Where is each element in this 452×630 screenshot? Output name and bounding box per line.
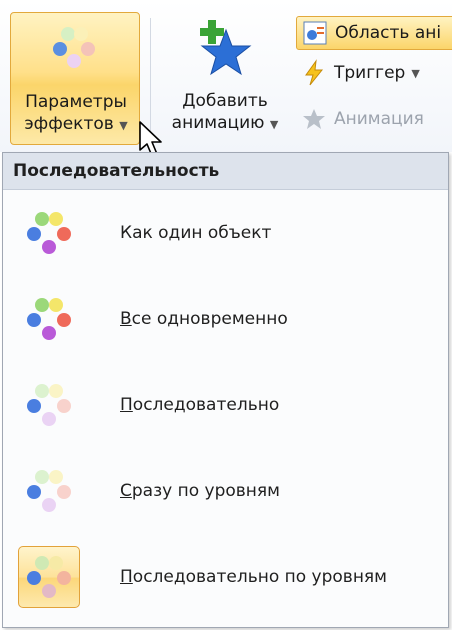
trigger-button[interactable]: Триггер ▼ <box>300 58 420 88</box>
menu-item-label: оследовательно по уровням <box>132 567 387 587</box>
menu-item-label: разу по уровням <box>131 481 280 501</box>
add-animation-star-icon <box>200 20 252 76</box>
sequence-dropdown-menu: Последовательность Как один объект Все о… <box>2 152 449 628</box>
by-level-at-once-icon <box>27 470 71 512</box>
animation-painter-label: Анимация <box>334 109 424 129</box>
menu-item-all-at-once[interactable]: Все одновременно <box>3 276 448 362</box>
ribbon: Параметры эффектов ▼ Добавить анимацию ▼… <box>0 0 452 157</box>
all-at-once-icon <box>27 298 71 340</box>
menu-item-label: оследовательно <box>132 395 280 415</box>
add-animation-label-line1: Добавить <box>182 91 268 111</box>
add-animation-button[interactable]: Добавить анимацию ▼ <box>160 12 290 145</box>
menu-item-label: Как один объект <box>120 223 272 243</box>
menu-item-accelerator: П <box>120 395 133 415</box>
dropdown-caret-icon: ▼ <box>119 119 128 132</box>
lightning-icon <box>305 59 324 86</box>
effect-options-label-line2: эффектов <box>24 114 114 134</box>
add-animation-label-line2: анимацию <box>171 113 265 133</box>
menu-item-by-paragraph[interactable]: Последовательно <box>3 362 448 448</box>
menu-item-by-level-sequential[interactable]: Последовательно по уровням <box>3 534 448 620</box>
animation-pane-button[interactable]: Область ані <box>296 16 452 50</box>
menu-item-label: се одновременно <box>131 309 288 329</box>
dropdown-caret-icon: ▼ <box>269 118 279 131</box>
menu-item-accelerator: С <box>120 481 132 501</box>
menu-item-accelerator: П <box>120 567 133 587</box>
effect-options-label-line1: Параметры <box>25 92 127 112</box>
as-one-object-icon <box>27 212 71 254</box>
trigger-label: Триггер <box>334 63 406 83</box>
by-level-sequential-icon <box>27 556 71 598</box>
by-paragraph-icon <box>27 384 71 426</box>
animation-pane-label: Область ані <box>335 23 442 43</box>
menu-item-accelerator: В <box>120 309 132 329</box>
dropdown-caret-icon: ▼ <box>411 66 420 80</box>
animation-pane-icon <box>303 21 327 45</box>
animation-painter-icon <box>303 109 325 129</box>
effect-options-button[interactable]: Параметры эффектов ▼ <box>10 12 140 145</box>
animation-painter-button[interactable]: Анимация <box>300 104 424 134</box>
menu-item-as-one-object[interactable]: Как один объект <box>3 190 448 276</box>
menu-item-by-level-at-once[interactable]: Сразу по уровням <box>3 448 448 534</box>
menu-header: Последовательность <box>3 153 448 190</box>
effect-options-icon <box>53 27 95 68</box>
